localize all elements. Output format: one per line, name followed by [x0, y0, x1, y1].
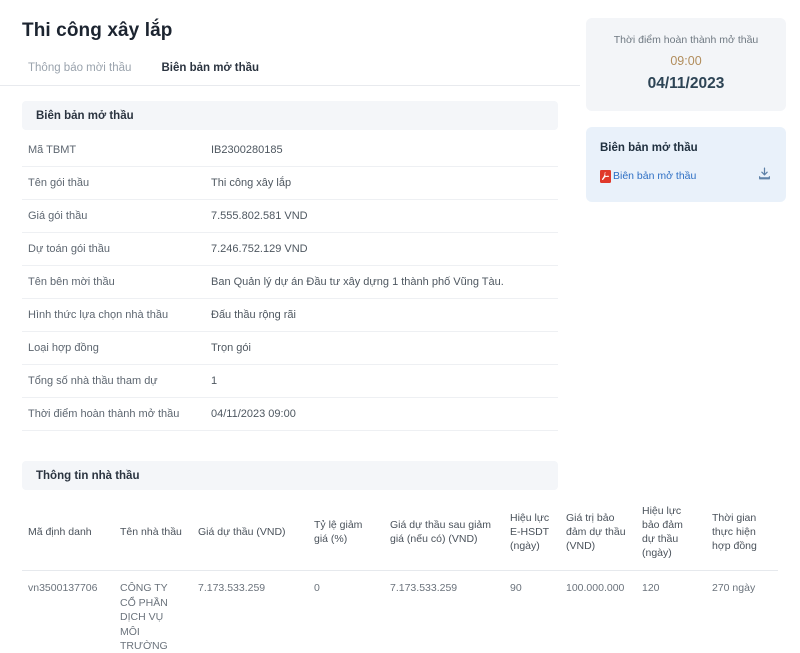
info-row: Tên bên mời thầu Ban Quản lý dự án Đầu t…: [22, 266, 558, 299]
document-link-label: Biên bản mở thầu: [613, 169, 697, 182]
bidder-table-head: Mã định danh Tên nhà thầu Giá dự thầu (V…: [22, 494, 778, 571]
info-label: Dự toán gói thầu: [28, 243, 110, 255]
tab-bien-ban-mo-thau[interactable]: Biên bản mở thầu: [161, 62, 259, 85]
column-header-thoi-gian-thuc-hien: Thời gian thực hiện hợp đồng: [706, 494, 778, 571]
document-card: Biên bản mở thầu Biên bản mở thầu: [586, 127, 786, 202]
cell-gia-sau-giam-gia: 7.173.533.259: [384, 570, 504, 653]
info-row: Hình thức lựa chọn nhà thầu Đấu thầu rộn…: [22, 299, 558, 332]
info-value: 7.246.752.129 VND: [211, 243, 308, 255]
column-header-hieu-luc-ehsdt: Hiệu lực E-HSDT (ngày): [504, 494, 560, 571]
document-link[interactable]: Biên bản mở thầu: [600, 169, 697, 183]
info-row: Giá gói thầu 7.555.802.581 VND: [22, 200, 558, 233]
document-card-title: Biên bản mở thầu: [600, 142, 698, 154]
section-header-bidder-info: Thông tin nhà thầu: [22, 461, 558, 490]
info-value: Trọn gói: [211, 342, 251, 354]
deadline-time: 09:00: [670, 54, 702, 68]
info-row: Thời điểm hoàn thành mở thầu 04/11/2023 …: [22, 398, 558, 431]
info-label: Mã TBMT: [28, 144, 77, 156]
cell-ten-nha-thau: CÔNG TY CỔ PHẦN DỊCH VỤ MÔI TRƯỜNG VÀ CÔ…: [114, 570, 192, 653]
table-row: vn3500137706 CÔNG TY CỔ PHẦN DỊCH VỤ MÔI…: [22, 570, 778, 653]
tab-bar: Thông báo mời thầu Biên bản mở thầu: [0, 56, 580, 86]
info-label: Loại hợp đồng: [28, 342, 99, 354]
info-row: Tên gói thầu Thi công xây lắp: [22, 167, 558, 200]
section-header-minutes: Biên bản mở thầu: [22, 101, 558, 130]
info-value: 7.555.802.581 VND: [211, 210, 308, 222]
info-value: Đấu thầu rộng rãi: [211, 309, 296, 321]
column-header-ten-nha-thau: Tên nhà thầu: [114, 494, 192, 571]
document-row: Biên bản mở thầu: [600, 166, 772, 186]
cell-thoi-gian-thuc-hien: 270 ngày: [706, 570, 778, 653]
column-header-gia-tri-bao-dam: Giá trị bảo đảm dự thầu (VND): [560, 494, 636, 571]
info-label: Tên gói thầu: [28, 177, 90, 189]
deadline-card: Thời điểm hoàn thành mở thầu 09:00 04/11…: [586, 18, 786, 111]
column-header-ma-dinh-danh: Mã định danh: [22, 494, 114, 571]
column-header-ty-le-giam-gia: Tỷ lệ giảm giá (%): [308, 494, 384, 571]
info-value: 1: [211, 375, 218, 387]
deadline-date: 04/11/2023: [647, 75, 725, 92]
info-label: Giá gói thầu: [28, 210, 88, 222]
info-label: Thời điểm hoàn thành mở thầu: [28, 408, 180, 420]
table-header-row: Mã định danh Tên nhà thầu Giá dự thầu (V…: [22, 494, 778, 571]
cell-gia-du-thau: 7.173.533.259: [192, 570, 308, 653]
cell-hieu-luc-bao-dam: 120: [636, 570, 706, 653]
main-content: Thi công xây lắp Thông báo mời thầu Biên…: [0, 0, 778, 653]
info-label: Hình thức lựa chọn nhà thầu: [28, 309, 169, 321]
cell-ty-le-giam-gia: 0: [308, 570, 384, 653]
info-row: Dự toán gói thầu 7.246.752.129 VND: [22, 233, 558, 266]
bidder-table-body: vn3500137706 CÔNG TY CỔ PHẦN DỊCH VỤ MÔI…: [22, 570, 778, 653]
tab-thong-bao-moi-thau[interactable]: Thông báo mời thầu: [28, 62, 131, 85]
info-row: Tổng số nhà thầu tham dự 1: [22, 365, 558, 398]
info-label: Tổng số nhà thầu tham dự: [28, 375, 158, 387]
info-value: IB2300280185: [211, 144, 283, 156]
page-root: Thi công xây lắp Thông báo mời thầu Biên…: [0, 0, 800, 653]
minutes-info-list: Mã TBMT IB2300280185 Tên gói thầu Thi cô…: [22, 134, 558, 431]
cell-gia-tri-bao-dam: 100.000.000: [560, 570, 636, 653]
column-header-gia-sau-giam-gia: Giá dự thầu sau giảm giá (nếu có) (VND): [384, 494, 504, 571]
deadline-label: Thời điểm hoàn thành mở thầu: [613, 34, 759, 46]
cell-ma-dinh-danh: vn3500137706: [22, 570, 114, 653]
column-header-hieu-luc-bao-dam: Hiệu lực bảo đảm dự thầu (ngày): [636, 494, 706, 571]
info-row: Loại hợp đồng Trọn gói: [22, 332, 558, 365]
cell-hieu-luc-ehsdt: 90: [504, 570, 560, 653]
info-label: Tên bên mời thầu: [28, 276, 115, 288]
bidder-table: Mã định danh Tên nhà thầu Giá dự thầu (V…: [22, 494, 778, 653]
download-icon[interactable]: [757, 166, 772, 186]
info-value: Ban Quản lý dự án Đầu tư xây dựng 1 thàn…: [211, 276, 504, 288]
info-value: 04/11/2023 09:00: [211, 408, 296, 420]
info-row: Mã TBMT IB2300280185: [22, 134, 558, 167]
sidebar: Thời điểm hoàn thành mở thầu 09:00 04/11…: [580, 0, 800, 218]
column-header-gia-du-thau: Giá dự thầu (VND): [192, 494, 308, 571]
info-value: Thi công xây lắp: [211, 177, 292, 189]
pdf-icon: [600, 169, 611, 183]
page-title: Thi công xây lắp: [22, 20, 173, 41]
